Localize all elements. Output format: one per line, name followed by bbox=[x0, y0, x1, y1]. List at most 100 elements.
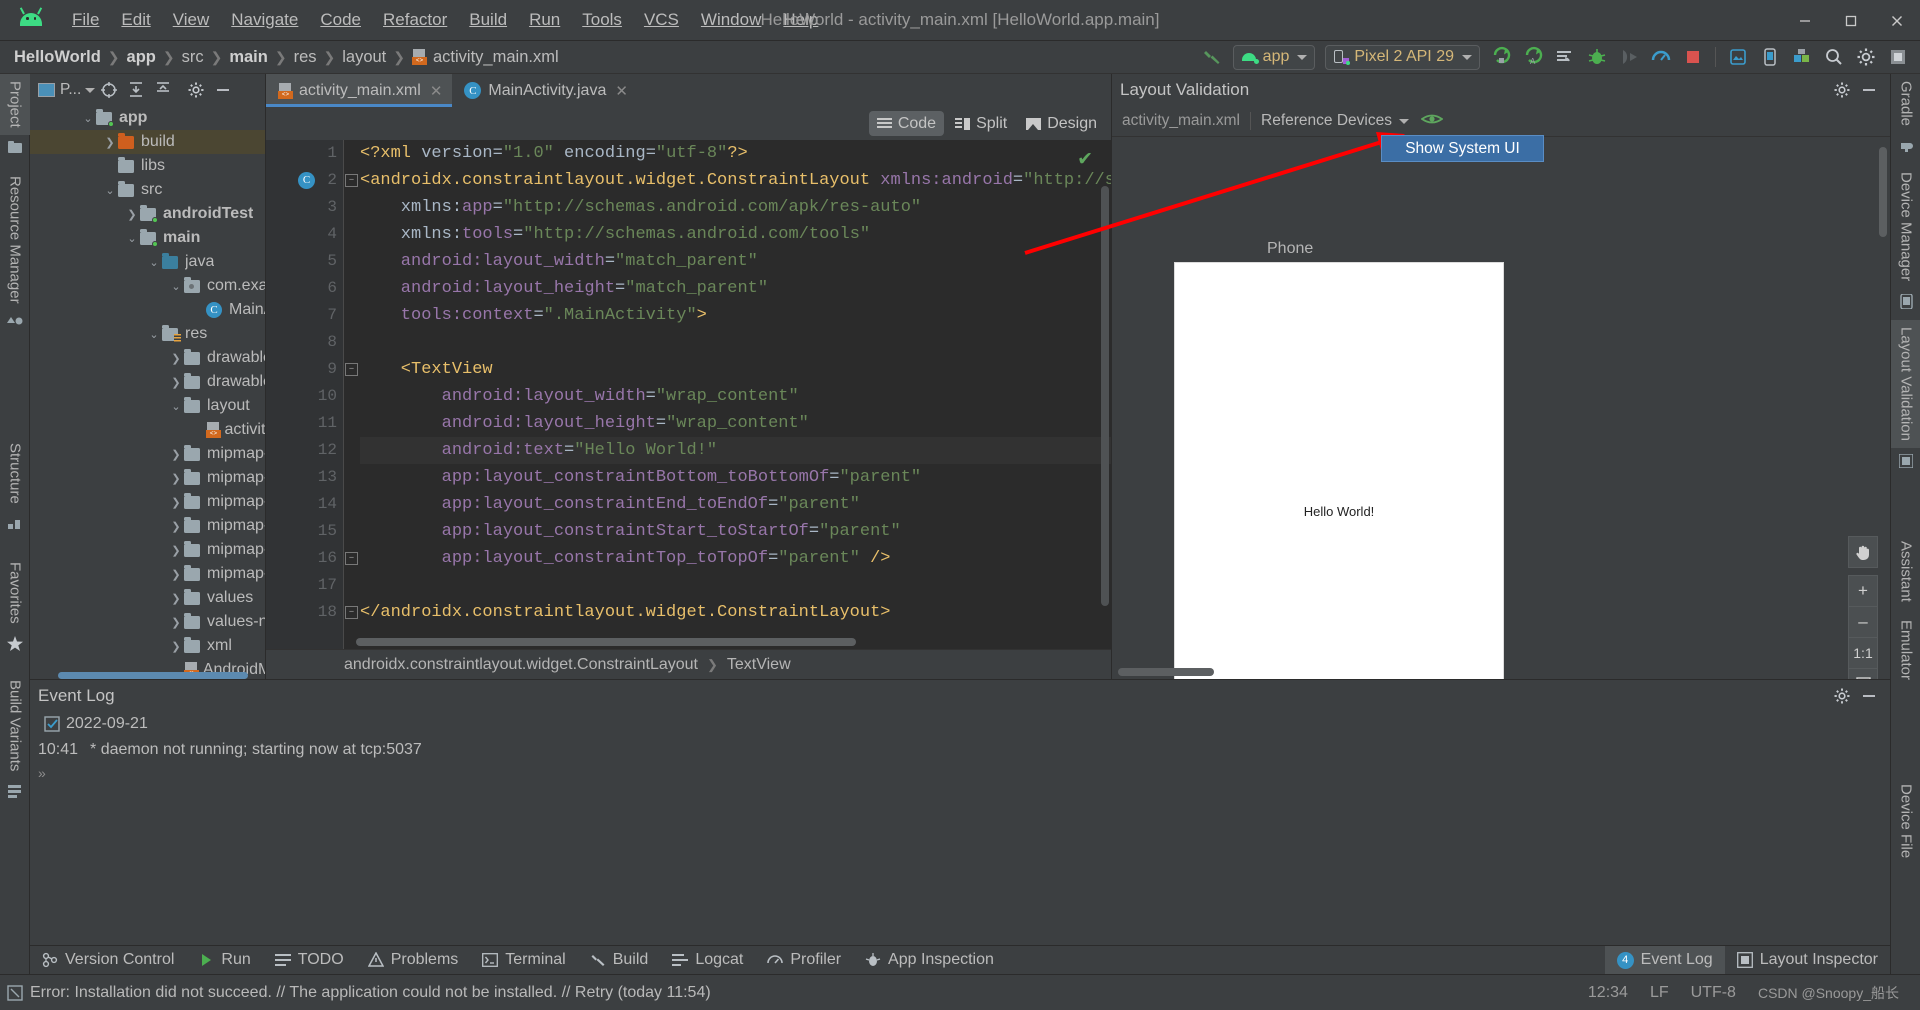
preview-phone-frame[interactable]: Hello World! bbox=[1174, 262, 1504, 679]
sidebar-tab-favorites[interactable]: Favorites bbox=[0, 555, 30, 631]
zoom-in-button[interactable]: + bbox=[1848, 575, 1878, 607]
sidebar-tab-gradle[interactable]: Gradle bbox=[1891, 74, 1920, 133]
star-icon[interactable] bbox=[0, 631, 30, 657]
inspection-status-icon[interactable]: ✔ bbox=[1077, 148, 1093, 171]
sidebar-tab-emulator[interactable]: Emulator bbox=[1891, 613, 1920, 687]
tree-item-layout[interactable]: ⌄ layout bbox=[30, 394, 265, 418]
bottom-tab-terminal[interactable]: Terminal bbox=[470, 946, 577, 975]
breadcrumb-src[interactable]: src bbox=[182, 48, 204, 67]
menu-code[interactable]: Code bbox=[309, 7, 372, 33]
tree-item-main[interactable]: ⌄ main bbox=[30, 226, 265, 250]
tree-item-mipmap-anydpi[interactable]: ❯ mipmap-a bbox=[30, 442, 265, 466]
breadcrumb-main[interactable]: main bbox=[229, 48, 268, 67]
menu-build[interactable]: Build bbox=[458, 7, 518, 33]
tree-item-res[interactable]: ⌄ res bbox=[30, 322, 265, 346]
device-selector[interactable]: Pixel 2 API 29 bbox=[1325, 44, 1480, 70]
debug-icon[interactable] bbox=[1582, 44, 1612, 71]
chevron-right-icon[interactable]: ❯ bbox=[168, 568, 184, 581]
editor-tab-activity-main-xml[interactable]: <> activity_main.xml ✕ bbox=[266, 74, 453, 107]
breadcrumb-activity-main-xml[interactable]: activity_main.xml bbox=[433, 48, 559, 67]
chevron-right-icon[interactable]: ❯ bbox=[168, 376, 184, 389]
chevron-down-icon[interactable]: ⌄ bbox=[102, 184, 118, 197]
tree-item-mipmap-hdpi[interactable]: ❯ mipmap-h bbox=[30, 466, 265, 490]
expand-all-icon[interactable] bbox=[122, 77, 149, 103]
sidebar-tab-build-variants[interactable]: Build Variants bbox=[0, 673, 30, 778]
chevron-down-icon[interactable]: ⌄ bbox=[146, 328, 162, 341]
select-opened-file-icon[interactable] bbox=[95, 77, 122, 103]
chevron-down-icon[interactable]: ⌄ bbox=[146, 256, 162, 269]
chevron-right-icon[interactable]: ❯ bbox=[168, 592, 184, 605]
close-button[interactable] bbox=[1874, 0, 1920, 41]
tree-item-java[interactable]: ⌄ java bbox=[30, 250, 265, 274]
breadcrumb-constraintlayout[interactable]: androidx.constraintlayout.widget.Constra… bbox=[344, 656, 698, 674]
status-encoding[interactable]: UTF-8 bbox=[1691, 984, 1736, 1002]
hide-panel-icon[interactable] bbox=[1855, 683, 1882, 709]
device-file-explorer-icon[interactable] bbox=[1755, 44, 1785, 71]
bottom-tab-profiler[interactable]: Profiler bbox=[755, 946, 853, 975]
breadcrumb-app[interactable]: app bbox=[127, 48, 156, 67]
settings-gear-icon[interactable] bbox=[1828, 77, 1855, 103]
sidebar-tab-structure[interactable]: Structure bbox=[0, 436, 30, 511]
tree-item-values-night[interactable]: ❯ values-nigh bbox=[30, 610, 265, 634]
chevron-right-icon[interactable]: ❯ bbox=[168, 616, 184, 629]
bottom-tab-version-control[interactable]: Version Control bbox=[30, 946, 186, 975]
settings-gear-icon[interactable] bbox=[1828, 683, 1855, 709]
tree-item-mipmap-mdpi[interactable]: ❯ mipmap-m bbox=[30, 490, 265, 514]
chevron-right-icon[interactable]: ❯ bbox=[168, 352, 184, 365]
editor-mode-design[interactable]: Design bbox=[1018, 111, 1105, 136]
code-text[interactable]: <?xml version="1.0" encoding="utf-8"?> <a… bbox=[344, 140, 1111, 649]
editor-mode-split[interactable]: Split bbox=[947, 111, 1015, 136]
breadcrumb-textview[interactable]: TextView bbox=[727, 656, 791, 674]
event-log-body[interactable]: 2022-09-21 10:41 * daemon not running; s… bbox=[30, 711, 1890, 781]
resource-shapes-icon[interactable] bbox=[0, 310, 30, 336]
editor-mode-code[interactable]: Code bbox=[868, 111, 945, 136]
chevron-down-icon[interactable]: ⌄ bbox=[168, 280, 184, 293]
run-coverage-icon[interactable]: A bbox=[1518, 44, 1548, 71]
bottom-tab-event-log[interactable]: 4 Event Log bbox=[1604, 945, 1725, 975]
sidebar-tab-assistant[interactable]: Assistant bbox=[1891, 534, 1920, 609]
bottom-tab-todo[interactable]: TODO bbox=[263, 946, 356, 975]
chevron-right-icon[interactable]: ❯ bbox=[168, 472, 184, 485]
sdk-manager-icon[interactable] bbox=[1787, 44, 1817, 71]
chevron-right-icon[interactable]: ❯ bbox=[168, 496, 184, 509]
tree-item-mipmap-xhdpi[interactable]: ❯ mipmap-xh bbox=[30, 514, 265, 538]
breadcrumb-helloworld[interactable]: HelloWorld bbox=[14, 48, 101, 67]
show-system-ui-tooltip[interactable]: Show System UI bbox=[1381, 135, 1544, 162]
tree-item-mainactivity[interactable]: C MainAc bbox=[30, 298, 265, 322]
editor-gutter[interactable]: 1 C –2 3 4 5 6 7 8 –9 10 11 12 13 14 15 –… bbox=[266, 140, 358, 649]
zoom-out-button[interactable]: – bbox=[1848, 606, 1878, 638]
class-marker-icon[interactable]: C bbox=[298, 172, 315, 189]
breadcrumb-res[interactable]: res bbox=[294, 48, 317, 67]
menu-help[interactable]: Help bbox=[772, 7, 829, 33]
bottom-tab-build[interactable]: Build bbox=[578, 946, 661, 975]
chevron-right-icon[interactable]: ❯ bbox=[168, 544, 184, 557]
minimize-button[interactable] bbox=[1782, 0, 1828, 41]
bottom-tab-logcat[interactable]: Logcat bbox=[660, 946, 755, 975]
bottom-tab-app-inspection[interactable]: App Inspection bbox=[853, 946, 1006, 975]
project-tree-hscrollbar[interactable] bbox=[58, 672, 248, 679]
attach-debugger-icon[interactable] bbox=[1614, 44, 1644, 71]
tree-item-src[interactable]: ⌄ src bbox=[30, 178, 265, 202]
layout-validation-icon[interactable] bbox=[1891, 448, 1920, 474]
zoom-fit-button[interactable] bbox=[1848, 668, 1878, 679]
chevron-right-icon[interactable]: ❯ bbox=[168, 448, 184, 461]
stop-icon[interactable] bbox=[1678, 44, 1708, 71]
build-hammer-icon[interactable] bbox=[1197, 44, 1227, 71]
sidebar-tab-device-file[interactable]: Device File bbox=[1891, 777, 1920, 865]
menu-run[interactable]: Run bbox=[518, 7, 571, 33]
hide-panel-icon[interactable] bbox=[1855, 77, 1882, 103]
tree-item-build[interactable]: ❯ build bbox=[30, 130, 265, 154]
chevron-right-icon[interactable]: ❯ bbox=[168, 520, 184, 533]
tree-item-androidtest[interactable]: ❯ androidTest bbox=[30, 202, 265, 226]
chevron-down-icon[interactable] bbox=[1398, 118, 1409, 124]
menu-tools[interactable]: Tools bbox=[571, 7, 633, 33]
status-message[interactable]: Error: Installation did not succeed. // … bbox=[30, 984, 711, 1002]
editor-vscrollbar[interactable] bbox=[1101, 186, 1109, 606]
tree-item-drawable-v24[interactable]: ❯ drawable-v bbox=[30, 370, 265, 394]
close-icon[interactable]: ✕ bbox=[430, 82, 443, 100]
collapse-all-icon[interactable] bbox=[149, 77, 176, 103]
chevron-down-icon[interactable]: ⌄ bbox=[168, 400, 184, 413]
sidebar-tab-device-manager[interactable]: Device Manager bbox=[1891, 165, 1920, 288]
menu-refactor[interactable]: Refactor bbox=[372, 7, 458, 33]
tree-item-libs[interactable]: libs bbox=[30, 154, 265, 178]
